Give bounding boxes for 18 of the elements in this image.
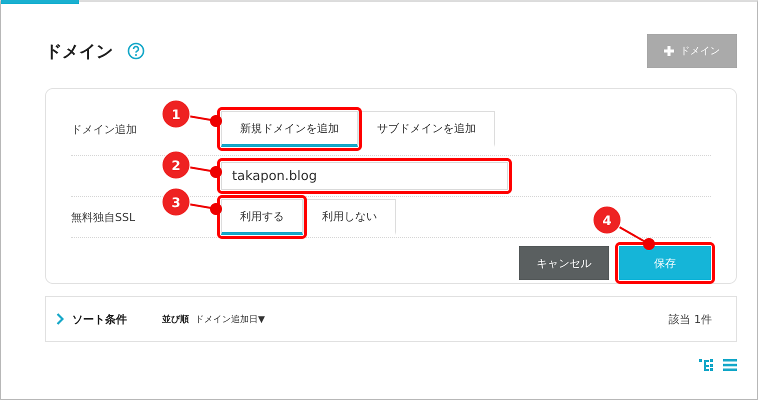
domain-input[interactable]: takapon.blog	[221, 162, 508, 190]
list-view-icon[interactable]	[723, 358, 737, 372]
toggle-option[interactable]: 新規ドメインを追加	[221, 111, 358, 147]
order-label: 並び順	[162, 314, 189, 326]
result-count: 該当 1件	[668, 312, 712, 326]
toggle-option[interactable]: 利用しない	[303, 199, 396, 235]
cancel-button[interactable]: キャンセル	[519, 246, 609, 280]
toggle-option[interactable]: サブドメインを追加	[358, 111, 495, 147]
tree-view-icon[interactable]	[699, 358, 713, 372]
help-icon[interactable]	[127, 42, 145, 60]
toggle-option[interactable]: 利用する	[221, 199, 303, 235]
field-label: 無料独自SSL	[71, 210, 136, 224]
chevron-right-icon[interactable]	[56, 313, 64, 325]
plus-icon	[664, 46, 674, 56]
sort-title[interactable]: ソート条件	[72, 312, 162, 326]
page-title: ドメイン	[45, 40, 113, 62]
field-label: ドメイン追加	[71, 122, 138, 136]
order-dropdown[interactable]: ドメイン追加日▼	[195, 312, 265, 326]
